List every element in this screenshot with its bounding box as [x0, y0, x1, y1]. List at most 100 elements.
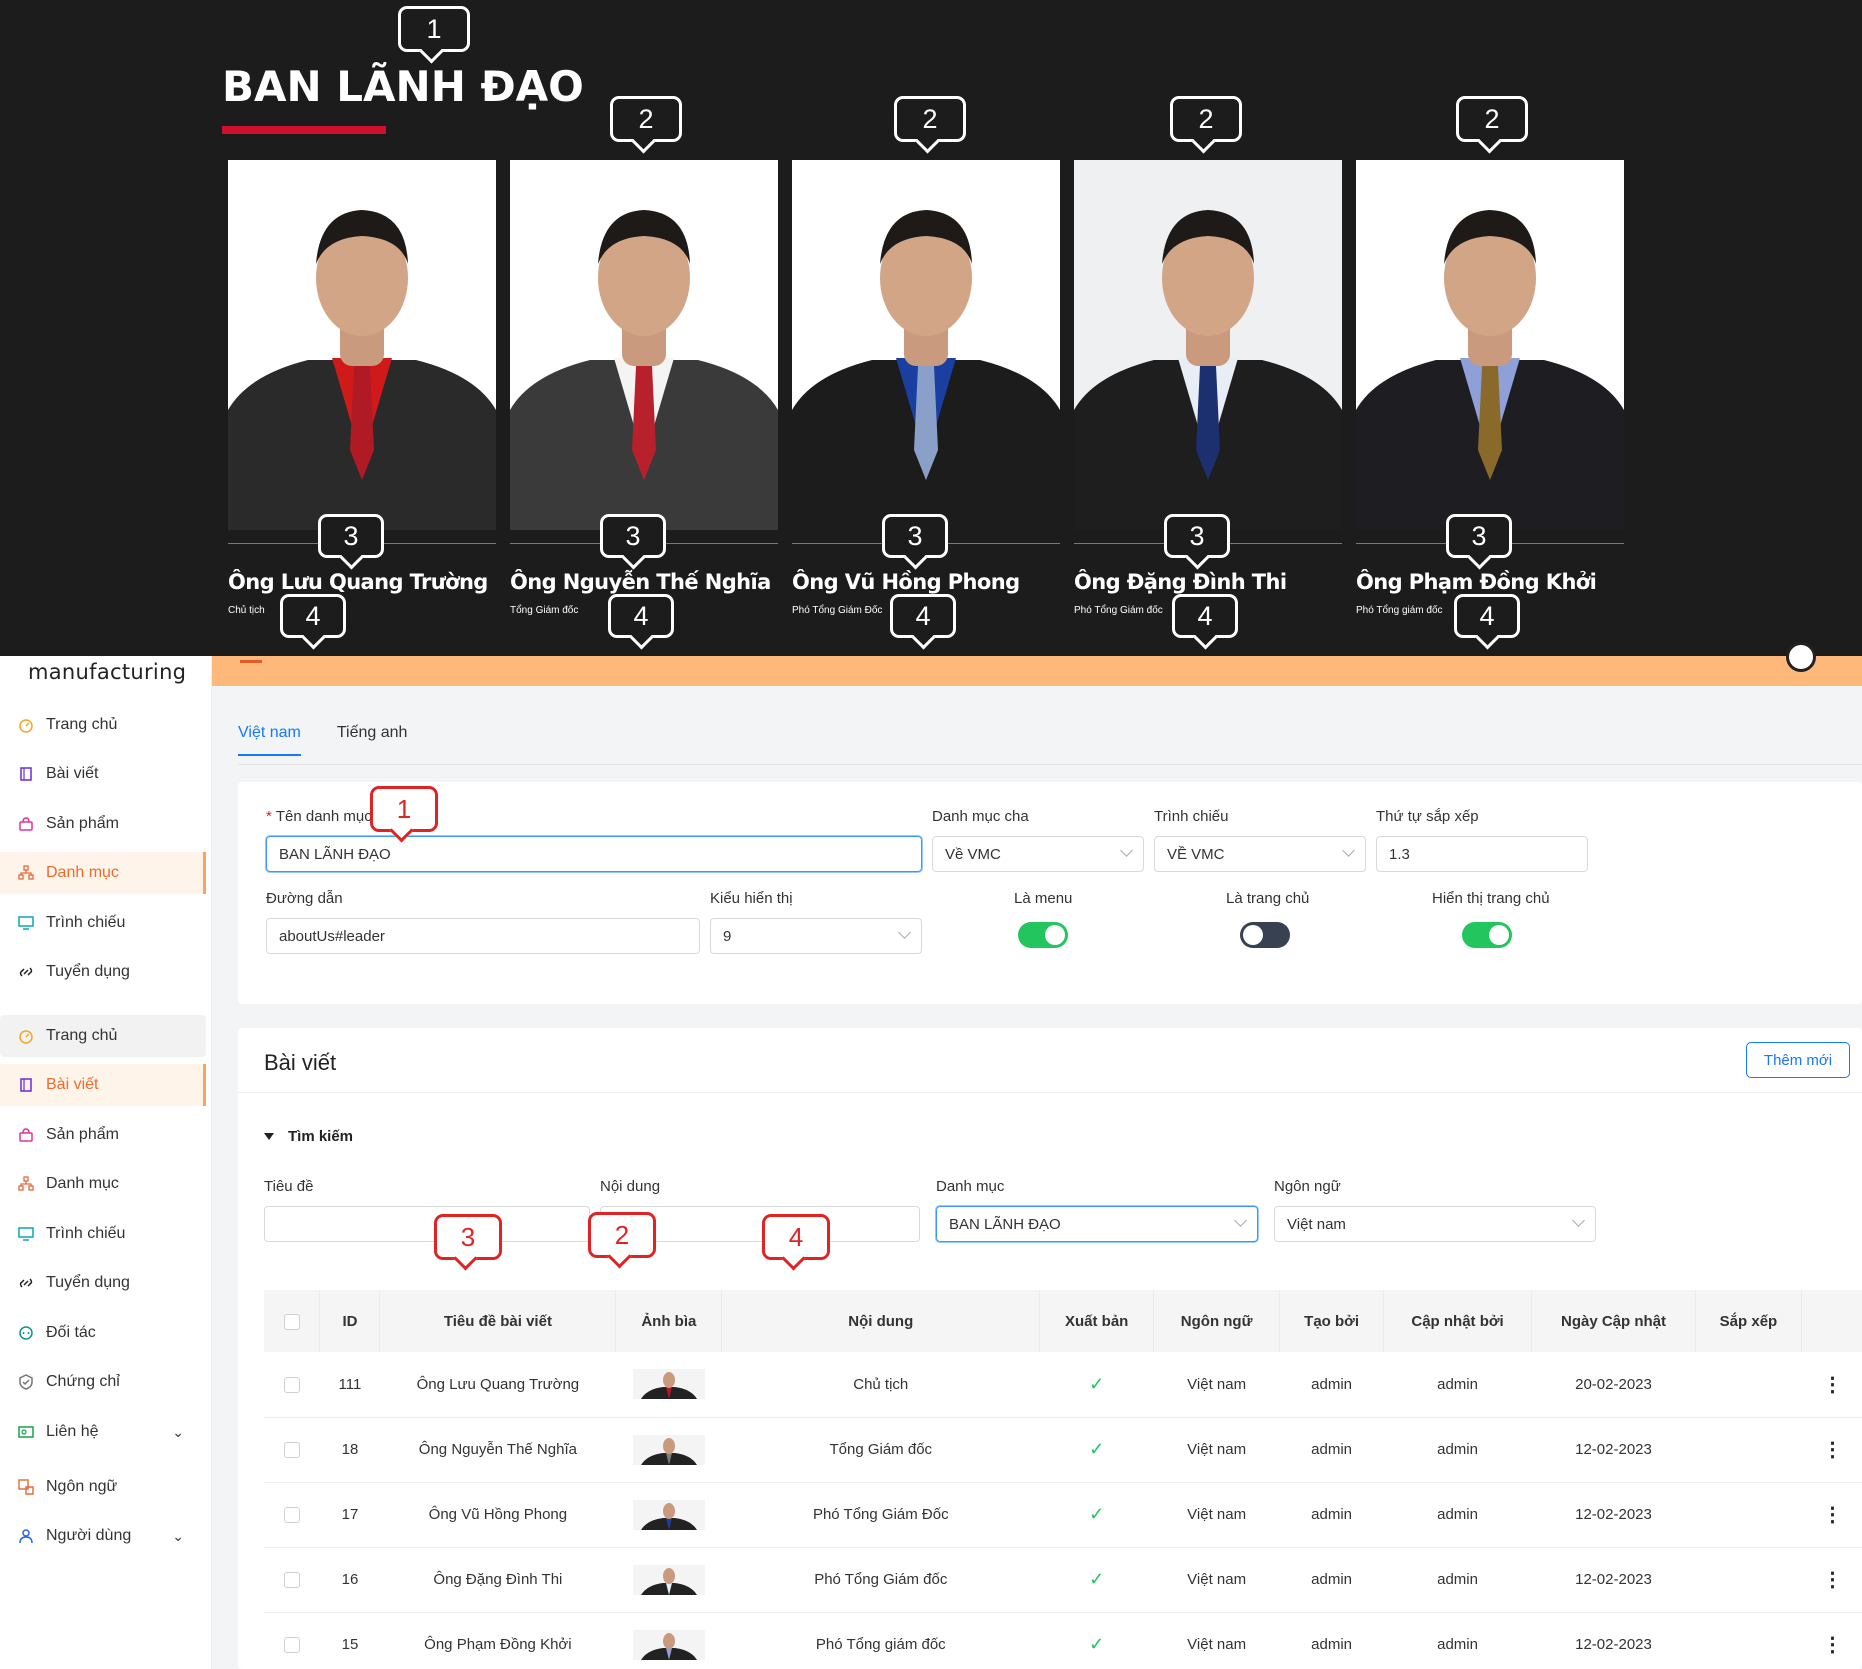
sidebar-item[interactable]: Chứng chỉ	[0, 1361, 206, 1403]
sidebar-item[interactable]: Ngôn ngữ	[0, 1466, 206, 1508]
leader-photo[interactable]	[792, 160, 1060, 530]
tab-english[interactable]: Tiếng anh	[337, 724, 408, 756]
category-form: * Tên danh mục 1 BAN LÃNH ĐẠO Danh mục ch…	[238, 782, 1862, 1004]
dashboard-icon	[18, 1028, 34, 1044]
sidebar-item[interactable]: Danh mục	[0, 852, 206, 894]
cell-title: Ông Nguyễn Thế Nghĩa	[379, 1417, 616, 1483]
cell-id: 15	[319, 1612, 380, 1669]
add-new-button[interactable]: Thêm mới	[1746, 1042, 1850, 1078]
sidebar-item[interactable]: Tuyển dụng	[0, 1262, 206, 1304]
cell-id: 111	[319, 1352, 380, 1418]
search-toggle[interactable]: Tìm kiếm	[264, 1128, 353, 1145]
more-options-icon[interactable]: ⋮	[1822, 1439, 1842, 1461]
leader-name[interactable]: Ông Lưu Quang Trường	[228, 570, 496, 594]
row-checkbox[interactable]	[283, 1637, 300, 1654]
leader-name[interactable]: Ông Đặng Đình Thi	[1074, 570, 1342, 594]
tab-vietnam[interactable]: Việt nam	[238, 724, 301, 756]
path-input[interactable]: aboutUs#leader	[266, 918, 700, 954]
filter-title-input[interactable]	[264, 1206, 590, 1242]
col-updated-date[interactable]: Ngày Cập nhật	[1531, 1290, 1696, 1352]
sidebar-item[interactable]: Bài viết	[0, 1064, 206, 1106]
callout-3: 3	[318, 514, 384, 558]
sidebar-item[interactable]: Trình chiếu	[0, 1213, 206, 1255]
sidebar-item[interactable]: Bài viết	[0, 753, 206, 795]
is-home-toggle[interactable]	[1240, 922, 1290, 948]
sidebar-item[interactable]: Đối tác	[0, 1312, 206, 1354]
callout-number: 3	[460, 1221, 476, 1252]
leader-name[interactable]: Ông Vũ Hồng Phong	[792, 570, 1060, 594]
row-checkbox[interactable]	[283, 1507, 300, 1524]
leader-name[interactable]: Ông Phạm Đồng Khởi	[1356, 570, 1624, 594]
cover-thumbnail[interactable]	[632, 1369, 705, 1400]
shield-icon	[18, 1374, 34, 1390]
cell-cover	[615, 1547, 722, 1613]
sidebar-item[interactable]: Trang chủ	[0, 704, 206, 746]
table-row[interactable]: 17 Ông Vũ Hồng Phong Phó Tổng Giám Đốc ✓…	[264, 1482, 1862, 1548]
row-checkbox[interactable]	[283, 1442, 300, 1459]
sidebar-item-label: Bài viết	[46, 765, 99, 782]
sidebar-item[interactable]: Danh mục	[0, 1163, 206, 1205]
col-content[interactable]: Nội dung	[721, 1290, 1041, 1352]
chevron-down-icon[interactable]: ⌄	[172, 1528, 184, 1545]
more-options-icon[interactable]: ⋮	[1822, 1634, 1842, 1656]
show-home-toggle[interactable]	[1462, 922, 1512, 948]
sidebar-item[interactable]: Trang chủ	[0, 1015, 206, 1057]
col-title[interactable]: Tiêu đề bài viết	[379, 1290, 617, 1352]
sidebar-item[interactable]: Tuyển dụng	[0, 951, 206, 993]
row-checkbox[interactable]	[283, 1572, 300, 1589]
callout-number: 3	[625, 520, 641, 551]
col-updated-by[interactable]: Cập nhật bởi	[1383, 1290, 1533, 1352]
leader-photo[interactable]	[1356, 160, 1624, 530]
cover-thumbnail[interactable]	[632, 1434, 705, 1465]
is-menu-toggle[interactable]	[1018, 922, 1068, 948]
sidebar-item[interactable]: Trình chiếu	[0, 902, 206, 944]
filter-language-select[interactable]: Việt nam	[1274, 1206, 1596, 1242]
more-options-icon[interactable]: ⋮	[1822, 1374, 1842, 1396]
cell-actions: ⋮	[1801, 1482, 1862, 1548]
leader-photo[interactable]	[228, 160, 496, 530]
sidebar-item-label: Trình chiếu	[46, 1225, 126, 1242]
chevron-down-icon[interactable]: ⌄	[172, 1424, 184, 1441]
col-created-by[interactable]: Tạo bởi	[1279, 1290, 1385, 1352]
table-row[interactable]: 15 Ông Phạm Đồng Khởi Phó Tổng giám đốc …	[264, 1612, 1862, 1669]
callout-4: 4	[1454, 594, 1520, 638]
leader-name[interactable]: Ông Nguyễn Thế Nghĩa	[510, 570, 778, 594]
row-select-cell	[264, 1482, 320, 1548]
cover-thumbnail[interactable]	[632, 1629, 705, 1660]
col-id[interactable]: ID	[319, 1290, 381, 1352]
avatar[interactable]	[1786, 642, 1816, 672]
display-type-select[interactable]: 9	[710, 918, 922, 954]
col-published[interactable]: Xuất bản	[1039, 1290, 1155, 1352]
chevron-down-icon	[898, 926, 911, 939]
parent-category-select[interactable]: Về VMC	[932, 836, 1144, 872]
sidebar-item[interactable]: Sản phẩm	[0, 1114, 206, 1156]
col-cover[interactable]: Ảnh bìa	[615, 1290, 723, 1352]
more-options-icon[interactable]: ⋮	[1822, 1569, 1842, 1591]
sidebar-item[interactable]: Người dùng ⌄	[0, 1515, 206, 1557]
row-checkbox[interactable]	[283, 1376, 300, 1393]
translate-icon	[18, 1479, 34, 1495]
select-all-checkbox[interactable]	[283, 1313, 300, 1330]
parent-category-label: Danh mục cha	[932, 808, 1029, 825]
slideshow-select[interactable]: VỀ VMC	[1154, 836, 1366, 872]
filter-category-select[interactable]: BAN LÃNH ĐẠO	[936, 1206, 1258, 1242]
cover-thumbnail[interactable]	[632, 1564, 705, 1595]
leader-photo[interactable]	[510, 160, 778, 530]
chevron-down-icon	[1120, 844, 1133, 857]
table-row[interactable]: 18 Ông Nguyễn Thế Nghĩa Tổng Giám đốc ✓ …	[264, 1417, 1862, 1483]
sidebar-item[interactable]: Liên hệ ⌄	[0, 1411, 206, 1453]
cover-thumbnail[interactable]	[632, 1499, 705, 1530]
menu-toggle-icon[interactable]	[240, 660, 262, 663]
col-sort[interactable]: Sắp xếp	[1695, 1290, 1802, 1352]
sort-order-input[interactable]: 1.3	[1376, 836, 1588, 872]
leader-role: Chủ tịch	[228, 605, 265, 616]
col-language[interactable]: Ngôn ngữ	[1153, 1290, 1281, 1352]
cell-updated-by: admin	[1383, 1482, 1532, 1548]
more-options-icon[interactable]: ⋮	[1822, 1504, 1842, 1526]
table-row[interactable]: 111 Ông Lưu Quang Trường Chủ tịch ✓ Việt…	[264, 1352, 1862, 1418]
sidebar-item[interactable]: Sản phẩm	[0, 803, 206, 845]
link-icon	[18, 1275, 34, 1291]
leader-photo[interactable]	[1074, 160, 1342, 530]
category-name-input[interactable]: BAN LÃNH ĐẠO	[266, 836, 922, 872]
table-row[interactable]: 16 Ông Đặng Đình Thi Phó Tổng Giám đốc ✓…	[264, 1547, 1862, 1613]
